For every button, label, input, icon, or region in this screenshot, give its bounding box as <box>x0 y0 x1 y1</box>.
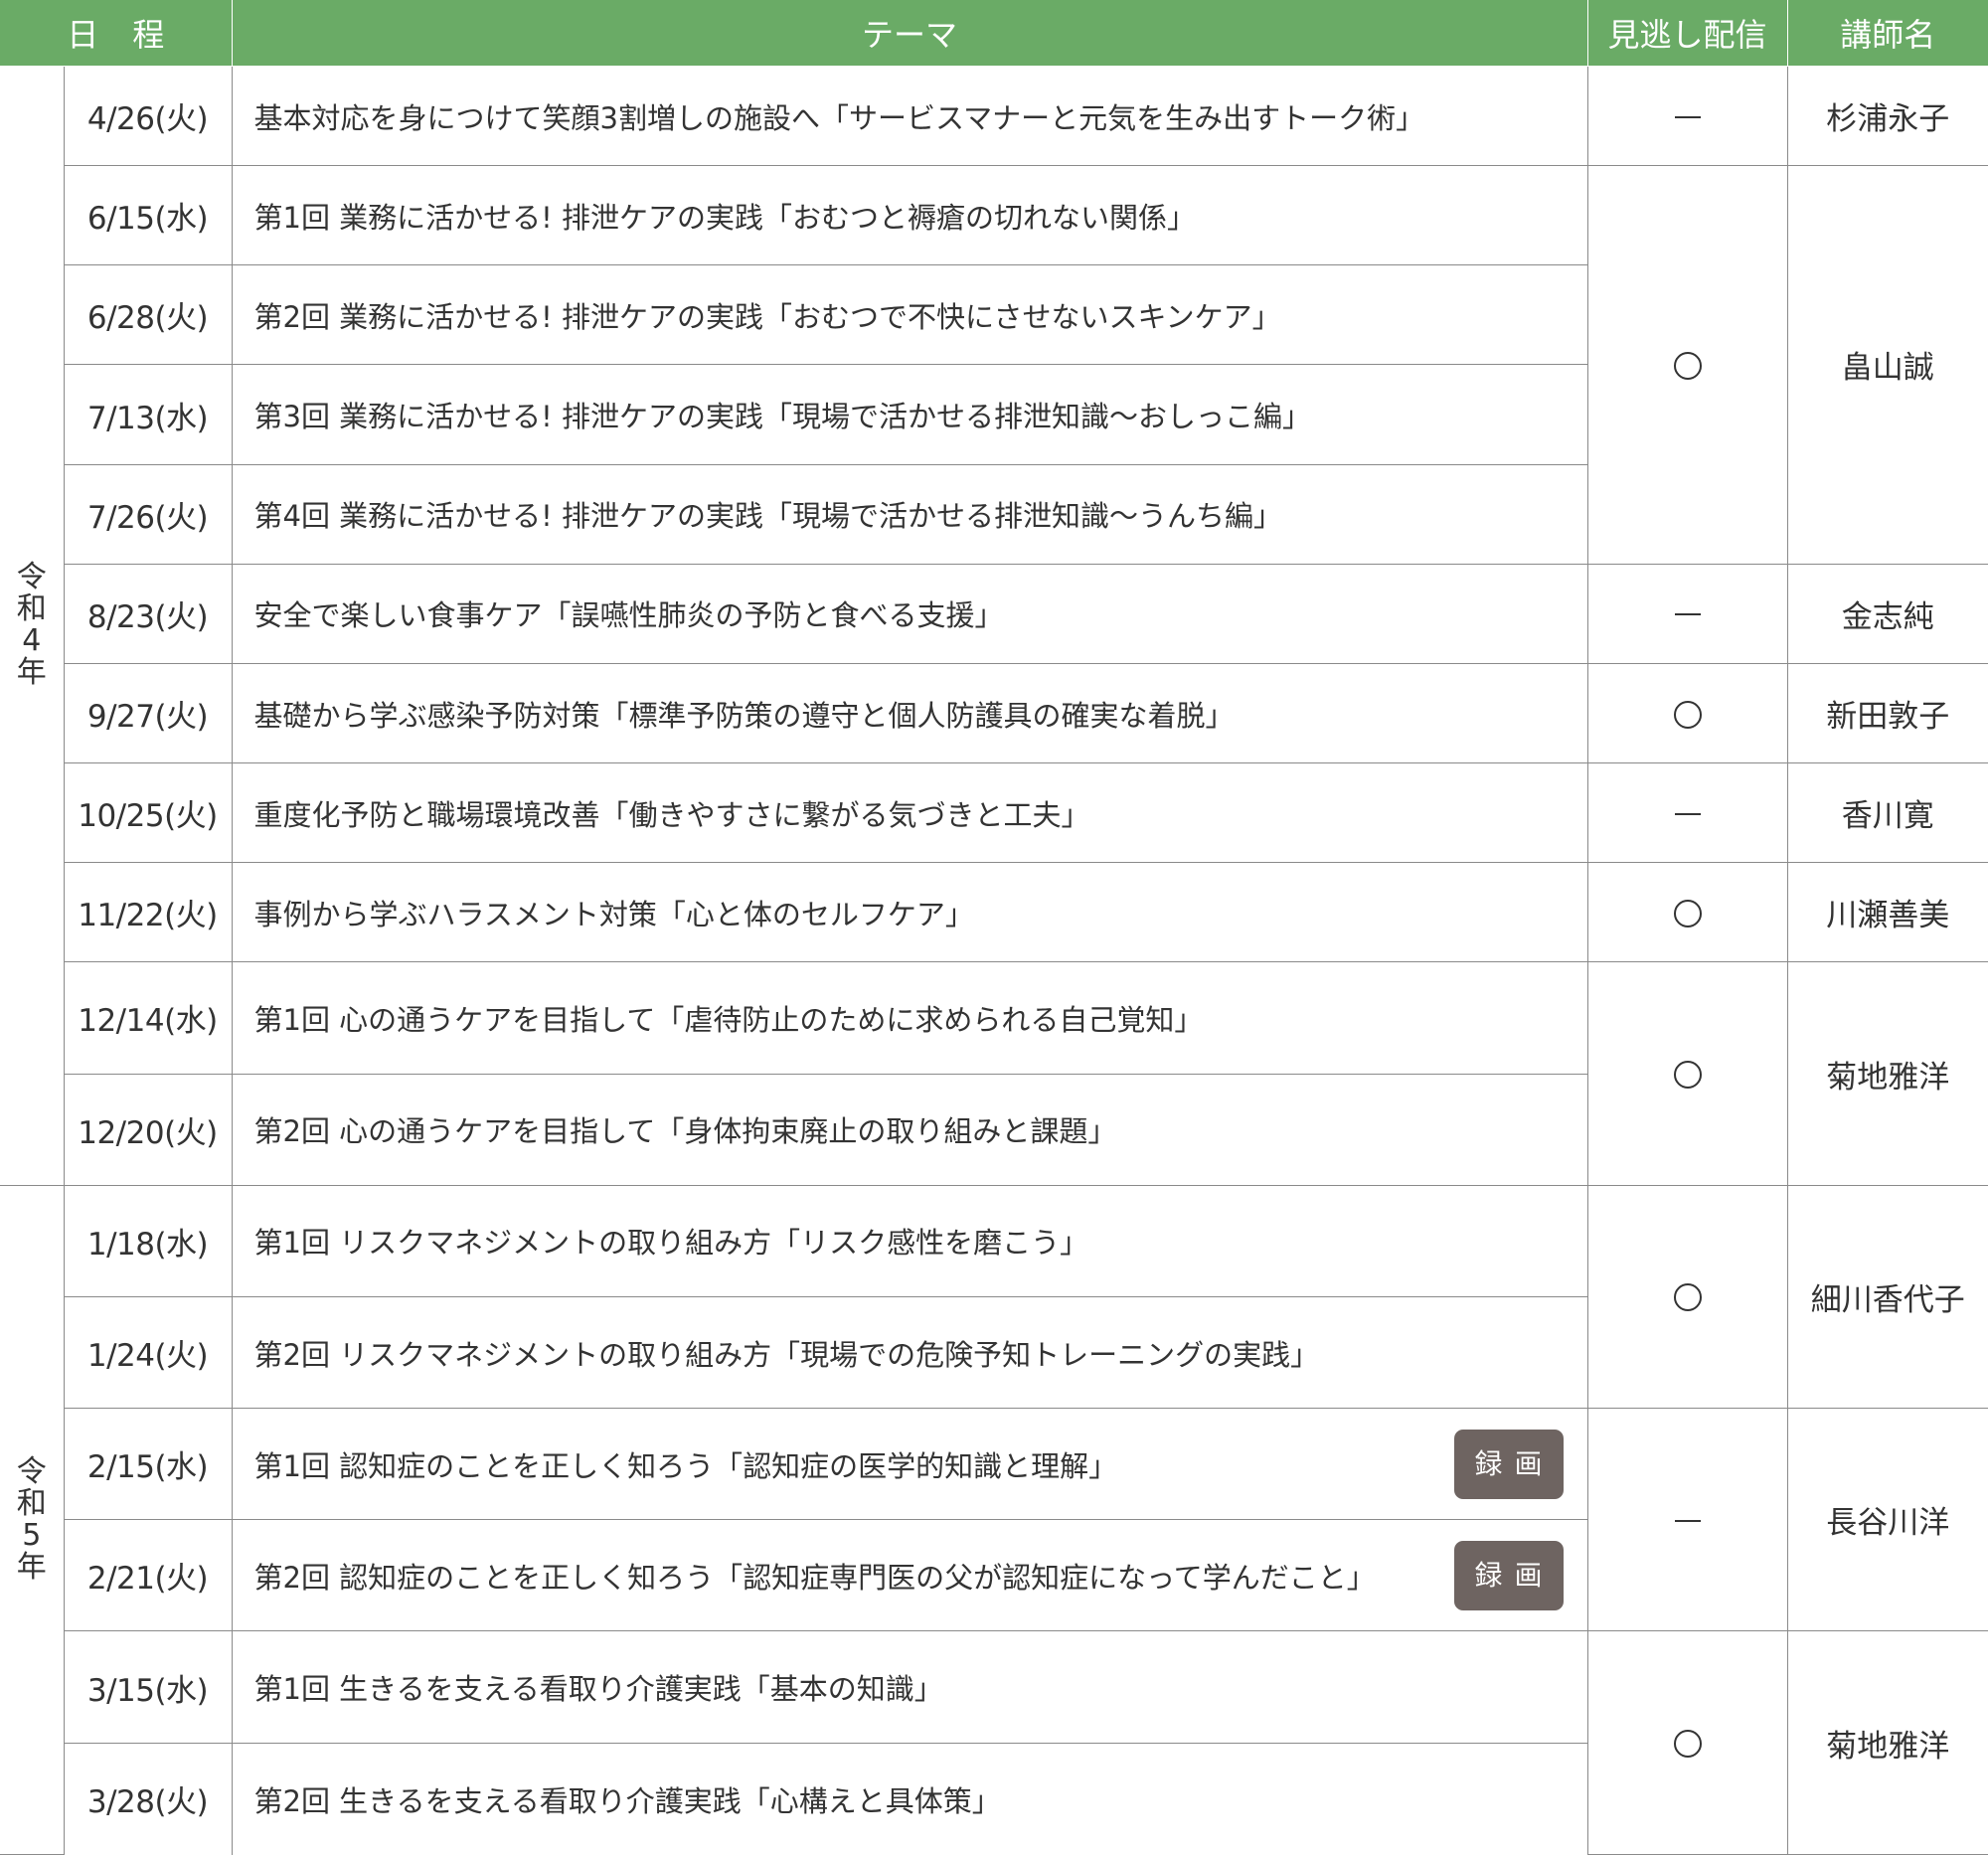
session-theme: 安全で楽しい食事ケア「誤嚥性肺炎の予防と食べる支援」 <box>231 563 1588 664</box>
lecturer-name: 杉浦永子 <box>1786 66 1988 167</box>
session-theme: 第4回 業務に活かせる! 排泄ケアの実践「現場で活かせる排泄知識〜うんち編」 <box>231 463 1588 565</box>
session-date: 3/15(水) <box>64 1630 233 1744</box>
session-theme: 第1回 業務に活かせる! 排泄ケアの実践「おむつと褥瘡の切れない関係」 <box>231 165 1588 266</box>
circle-mark-icon <box>1673 1730 1702 1759</box>
recording-badge: 録画 <box>1453 1429 1564 1499</box>
table-row: 10/25(火) 重度化予防と職場環境改善「働きやすさに繋がる気づきと工夫」 香… <box>0 762 1988 864</box>
table-row: 6/15(水) 第1回 業務に活かせる! 排泄ケアの実践「おむつと褥瘡の切れない… <box>0 165 1988 565</box>
lecturer-name: 細川香代子 <box>1786 1184 1988 1410</box>
schedule-table: 日程 テーマ 見逃し配信 講師名 令 和 4 年 4/26(火) 基本対応を身に… <box>0 0 1988 1855</box>
session-theme: 第1回 心の通うケアを目指して「虐待防止のために求められる自己覚知」 <box>231 961 1588 1075</box>
session-theme: 第2回 生きるを支える看取り介護実践「心構えと具体策」 <box>231 1742 1588 1855</box>
era-label-reiwa-5: 令 和 5 年 <box>0 1184 65 1855</box>
circle-mark-icon <box>1673 899 1702 928</box>
header-lecturer: 講師名 <box>1786 0 1988 67</box>
missed-stream-mark <box>1586 1408 1788 1632</box>
header-theme: テーマ <box>231 0 1588 67</box>
recording-badge: 録画 <box>1453 1540 1564 1610</box>
session-date: 12/14(水) <box>64 961 233 1075</box>
session-date: 2/15(水) <box>64 1408 233 1521</box>
session-theme: 第1回 生きるを支える看取り介護実践「基本の知識」 <box>231 1630 1588 1744</box>
lecturer-name: 金志純 <box>1786 563 1988 664</box>
session-theme: 基本対応を身につけて笑顔3割増しの施設へ「サービスマナーと元気を生み出すトーク術… <box>231 66 1588 167</box>
missed-stream-mark <box>1586 862 1788 963</box>
circle-mark-icon <box>1673 1061 1702 1090</box>
session-theme-text: 第2回 認知症のことを正しく知ろう「認知症専門医の父が認知症になって学んだこと」 <box>253 1560 1376 1595</box>
circle-mark-icon <box>1673 351 1702 380</box>
missed-stream-mark <box>1586 961 1788 1186</box>
header-missed-stream: 見逃し配信 <box>1586 0 1788 67</box>
table-row: 令 和 5 年 1/18(水) 第1回 リスクマネジメントの取り組み方「リスク感… <box>0 1184 1988 1855</box>
dash-mark-icon <box>1674 115 1701 118</box>
session-theme: 第1回 認知症のことを正しく知ろう「認知症の医学的知識と理解」 録画 <box>231 1408 1588 1521</box>
session-theme: 第3回 業務に活かせる! 排泄ケアの実践「現場で活かせる排泄知識〜おしっこ編」 <box>231 364 1588 465</box>
lecturer-name: 畠山誠 <box>1786 165 1988 565</box>
session-theme: 第1回 リスクマネジメントの取り組み方「リスク感性を磨こう」 <box>231 1184 1588 1297</box>
session-date: 6/15(水) <box>64 165 233 266</box>
session-date: 1/18(水) <box>63 1184 233 1297</box>
session-date: 7/26(火) <box>64 463 233 565</box>
session-date: 7/13(水) <box>64 364 233 465</box>
lecturer-name: 川瀬善美 <box>1786 862 1988 963</box>
session-date: 10/25(火) <box>64 762 233 864</box>
missed-stream-mark <box>1586 662 1788 764</box>
session-date: 11/22(火) <box>64 862 233 963</box>
session-theme: 第2回 心の通うケアを目指して「身体拘束廃止の取り組みと課題」 <box>231 1073 1588 1186</box>
table-row: 11/22(火) 事例から学ぶハラスメント対策「心と体のセルフケア」 川瀬善美 <box>0 862 1988 963</box>
session-date: 1/24(火) <box>64 1295 233 1410</box>
missed-stream-mark <box>1586 762 1788 864</box>
lecturer-name: 新田敦子 <box>1786 662 1988 764</box>
session-theme: 第2回 リスクマネジメントの取り組み方「現場での危険予知トレーニングの実践」 <box>231 1295 1588 1410</box>
session-theme-text: 第1回 認知症のことを正しく知ろう「認知症の医学的知識と理解」 <box>253 1448 1118 1483</box>
session-date: 12/20(火) <box>64 1073 233 1186</box>
session-date: 2/21(火) <box>64 1519 233 1632</box>
session-date: 8/23(火) <box>64 563 233 664</box>
lecturer-name: 香川寛 <box>1786 762 1988 864</box>
session-theme: 基礎から学ぶ感染予防対策「標準予防策の遵守と個人防護具の確実な着脱」 <box>231 662 1588 764</box>
header-row: 日程 テーマ 見逃し配信 講師名 <box>0 0 1988 67</box>
circle-mark-icon <box>1673 700 1702 729</box>
dash-mark-icon <box>1674 812 1701 815</box>
header-date: 日程 <box>0 0 233 67</box>
session-theme: 第2回 業務に活かせる! 排泄ケアの実践「おむつで不快にさせないスキンケア」 <box>231 264 1588 366</box>
lecturer-name: 長谷川洋 <box>1786 1408 1988 1632</box>
session-date: 4/26(火) <box>63 66 233 167</box>
session-theme: 重度化予防と職場環境改善「働きやすさに繋がる気づきと工夫」 <box>231 762 1588 864</box>
missed-stream-mark <box>1586 66 1788 167</box>
lecturer-name: 菊地雅洋 <box>1786 1630 1988 1855</box>
session-theme: 事例から学ぶハラスメント対策「心と体のセルフケア」 <box>231 862 1588 963</box>
table-row: 12/14(水) 第1回 心の通うケアを目指して「虐待防止のために求められる自己… <box>0 961 1988 1186</box>
dash-mark-icon <box>1674 1519 1701 1522</box>
era-label-reiwa-4: 令 和 4 年 <box>0 66 65 1186</box>
missed-stream-mark <box>1586 1630 1788 1855</box>
missed-stream-mark <box>1586 1184 1788 1410</box>
table-row: 9/27(火) 基礎から学ぶ感染予防対策「標準予防策の遵守と個人防護具の確実な着… <box>0 662 1988 764</box>
session-date: 3/28(火) <box>64 1742 233 1855</box>
table-row: 3/15(水) 第1回 生きるを支える看取り介護実践「基本の知識」 菊地雅洋 <box>0 1630 1988 1855</box>
session-date: 9/27(火) <box>64 662 233 764</box>
dash-mark-icon <box>1674 613 1701 616</box>
session-theme: 第2回 認知症のことを正しく知ろう「認知症専門医の父が認知症になって学んだこと」… <box>231 1519 1588 1632</box>
missed-stream-mark <box>1586 563 1788 664</box>
table-row: 2/15(水) 第1回 認知症のことを正しく知ろう「認知症の医学的知識と理解」 … <box>0 1408 1988 1632</box>
circle-mark-icon <box>1673 1283 1702 1312</box>
missed-stream-mark <box>1586 165 1788 565</box>
table-row: 8/23(火) 安全で楽しい食事ケア「誤嚥性肺炎の予防と食べる支援」 金志純 <box>0 563 1988 664</box>
lecturer-name: 菊地雅洋 <box>1786 961 1988 1186</box>
table-row: 令 和 4 年 4/26(火) 基本対応を身につけて笑顔3割増しの施設へ「サービ… <box>0 66 1988 1186</box>
session-date: 6/28(火) <box>64 264 233 366</box>
